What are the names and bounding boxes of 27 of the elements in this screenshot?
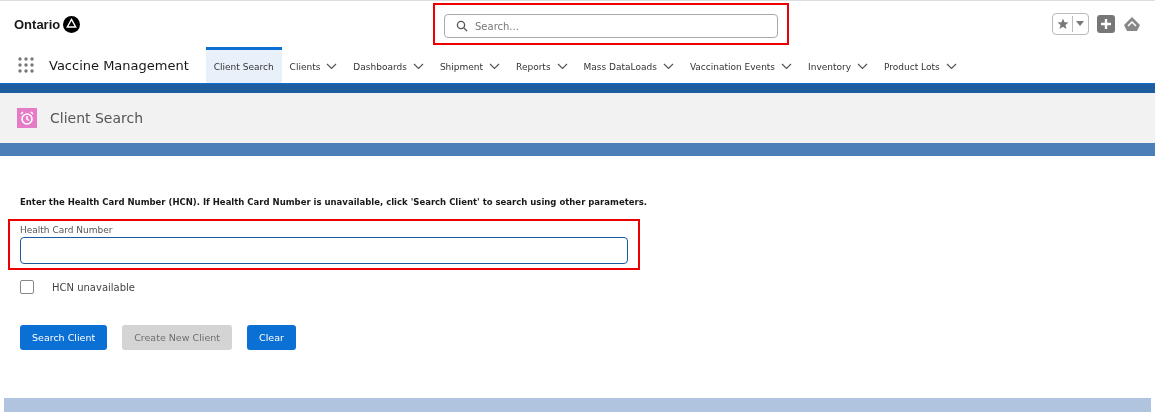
nav-tab[interactable]: Clients [281,47,346,83]
nav-tab[interactable]: Client Search [205,47,282,83]
nav-tab[interactable]: Product Lots [876,47,965,83]
app-name: Vaccine Management [49,57,189,73]
page-title: Client Search [50,110,144,126]
action-button[interactable]: Search Client [20,325,108,350]
logo-text: Ontario [14,16,61,32]
checkbox-label: HCN unavailable [52,281,135,293]
nav-tab[interactable]: Mass DataLoads [575,47,682,83]
caret-icon [1076,21,1084,27]
add-icon[interactable] [1097,15,1115,33]
alarm-clock-icon [17,108,37,128]
instructions-text: Enter the Health Card Number (HCN). If Health Card Number is unavailable, click 'Search Client' to search using other parameters. [20,196,648,209]
field-label: Health Card Number [20,225,114,235]
favorites-button[interactable] [1052,13,1089,35]
health-card-number-field[interactable] [20,237,628,264]
nav-tab[interactable]: Vaccination Events [681,47,801,83]
star-icon [1057,18,1069,30]
search-icon [456,20,468,32]
nav-tab[interactable]: Shipment [431,47,509,83]
action-button[interactable]: Clear [247,325,296,350]
nav-tab[interactable]: Dashboards [345,47,432,83]
search-field[interactable]: Search... [444,14,778,38]
nav-tab[interactable]: Inventory [800,47,877,83]
nav-tab[interactable]: Reports [508,47,576,83]
app-launcher-icon[interactable] [18,57,34,73]
checkbox[interactable] [20,280,34,294]
